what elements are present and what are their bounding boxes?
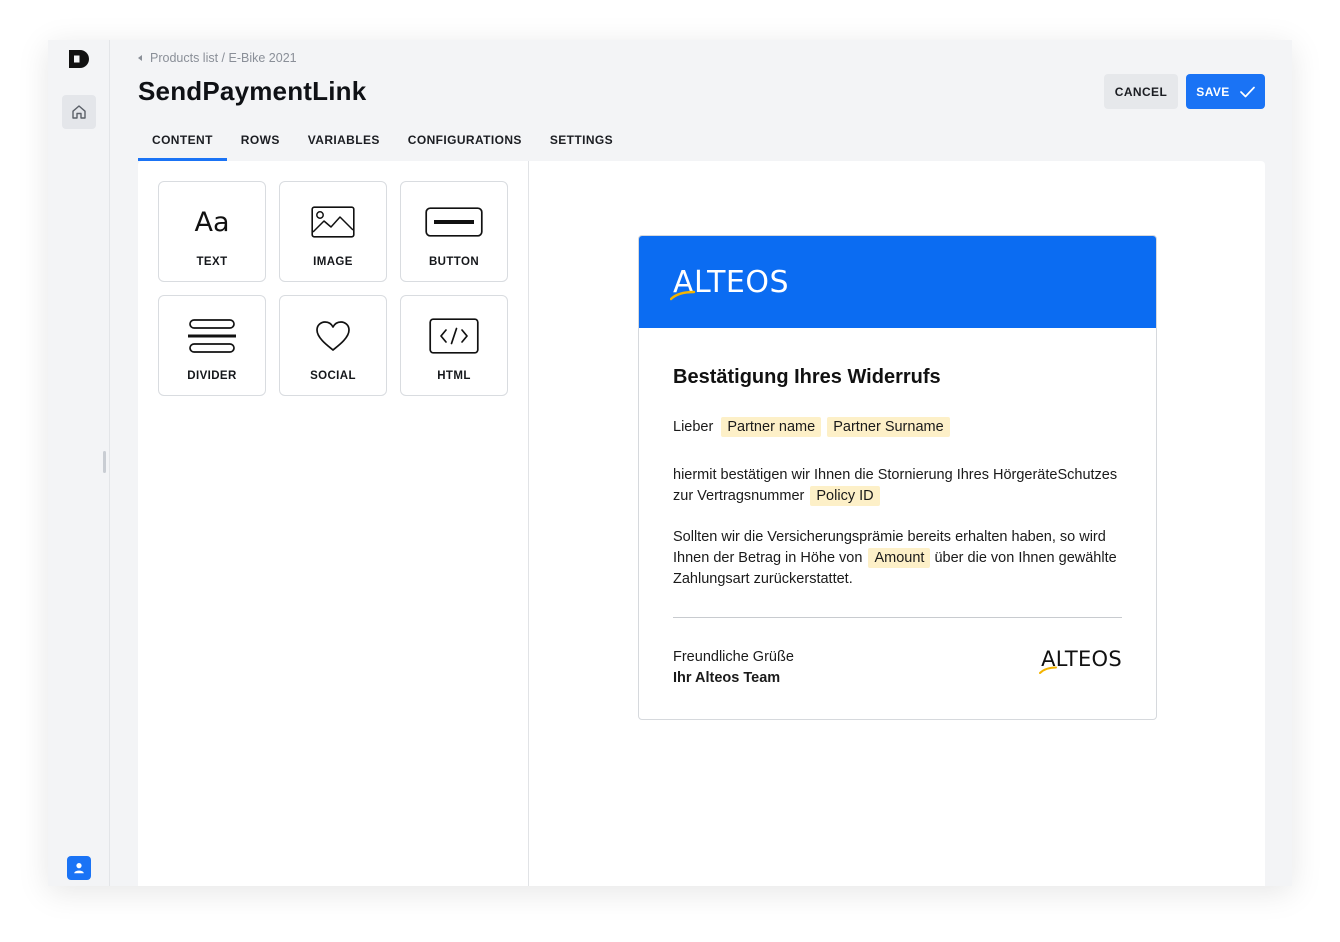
- variable-chip[interactable]: Partner Surname: [827, 417, 950, 437]
- divider-icon: [188, 319, 236, 353]
- editor-area: Aa TEXT IMAGE BUTTON DIVIDER SOCIAL HTML…: [138, 161, 1265, 886]
- tab-settings[interactable]: SETTINGS: [536, 127, 627, 161]
- page-title: SendPaymentLink: [138, 76, 367, 106]
- dash-logo-icon[interactable]: [68, 48, 90, 70]
- closing-text: Freundliche Grüße: [673, 649, 794, 665]
- button-block-tile[interactable]: BUTTON: [400, 181, 508, 282]
- tab-variables[interactable]: VARIABLES: [294, 127, 394, 161]
- home-nav-button[interactable]: [62, 95, 96, 129]
- back-caret-icon[interactable]: [138, 55, 142, 61]
- social-block-tile[interactable]: SOCIAL: [279, 295, 387, 396]
- variable-chip[interactable]: Partner name: [721, 417, 822, 437]
- variable-chip[interactable]: Policy ID: [810, 486, 880, 506]
- email-title: Bestätigung Ihres Widerrufs: [673, 366, 941, 388]
- tab-configurations[interactable]: CONFIGURATIONS: [394, 127, 536, 161]
- email-header-banner[interactable]: ALTEOS: [639, 236, 1156, 328]
- tab-bar: CONTENT ROWS VARIABLES CONFIGURATIONS SE…: [138, 127, 627, 161]
- side-rail: [48, 40, 110, 886]
- logo-swoosh-icon: [1039, 666, 1058, 674]
- tile-label: BUTTON: [428, 256, 480, 268]
- variable-chip[interactable]: Amount: [868, 548, 931, 568]
- tab-rows[interactable]: ROWS: [227, 127, 294, 161]
- text-aa-icon: Aa: [194, 206, 230, 238]
- email-greeting: Lieber Partner name Partner Surname: [673, 417, 1122, 438]
- html-block-tile[interactable]: HTML: [400, 295, 508, 396]
- email-paragraph: hiermit bestätigen wir Ihnen die Stornie…: [673, 465, 1122, 507]
- tile-label: HTML: [437, 370, 471, 382]
- tile-label: DIVIDER: [187, 370, 237, 382]
- email-paragraph: Sollten wir die Versicherungsprämie bere…: [673, 527, 1122, 590]
- code-icon: [429, 318, 479, 354]
- cancel-button[interactable]: CANCEL: [1104, 74, 1178, 109]
- logo-swoosh-icon: [670, 290, 696, 301]
- email-divider: [673, 617, 1122, 618]
- user-profile-button[interactable]: [67, 856, 91, 880]
- tile-label: IMAGE: [313, 256, 353, 268]
- image-icon: [311, 206, 355, 238]
- greeting-text: Lieber: [673, 419, 714, 435]
- breadcrumb-text[interactable]: Products list / E-Bike 2021: [150, 51, 297, 65]
- image-block-tile[interactable]: IMAGE: [279, 181, 387, 282]
- tile-label: SOCIAL: [310, 370, 356, 382]
- email-footer: Freundliche Grüße Ihr Alteos Team ALTEOS: [673, 647, 1122, 689]
- content-blocks-grid: Aa TEXT IMAGE BUTTON DIVIDER SOCIAL HTML: [158, 181, 508, 396]
- button-icon: [425, 207, 483, 237]
- signature-text: Ihr Alteos Team: [673, 670, 781, 686]
- save-button-label: SAVE: [1196, 84, 1230, 99]
- tab-content[interactable]: CONTENT: [138, 127, 227, 161]
- home-icon: [72, 105, 86, 119]
- panel-resize-handle[interactable]: [103, 451, 106, 473]
- app-window: Products list / E-Bike 2021 SendPaymentL…: [48, 40, 1292, 886]
- divider-block-tile[interactable]: DIVIDER: [158, 295, 266, 396]
- text-block-tile[interactable]: Aa TEXT: [158, 181, 266, 282]
- heart-icon: [316, 321, 350, 351]
- breadcrumb[interactable]: Products list / E-Bike 2021: [138, 51, 297, 65]
- user-icon: [74, 863, 84, 874]
- save-button[interactable]: SAVE: [1186, 74, 1265, 109]
- tile-label: TEXT: [196, 256, 228, 268]
- email-body: Bestätigung Ihres Widerrufs Lieber Partn…: [639, 328, 1156, 689]
- check-icon: [1239, 86, 1255, 97]
- paragraph-text: hiermit bestätigen wir Ihnen die Stornie…: [673, 467, 1118, 504]
- email-preview[interactable]: ALTEOS Bestätigung Ihres Widerrufs Liebe…: [638, 235, 1157, 720]
- content-blocks-panel: Aa TEXT IMAGE BUTTON DIVIDER SOCIAL HTML: [138, 161, 529, 886]
